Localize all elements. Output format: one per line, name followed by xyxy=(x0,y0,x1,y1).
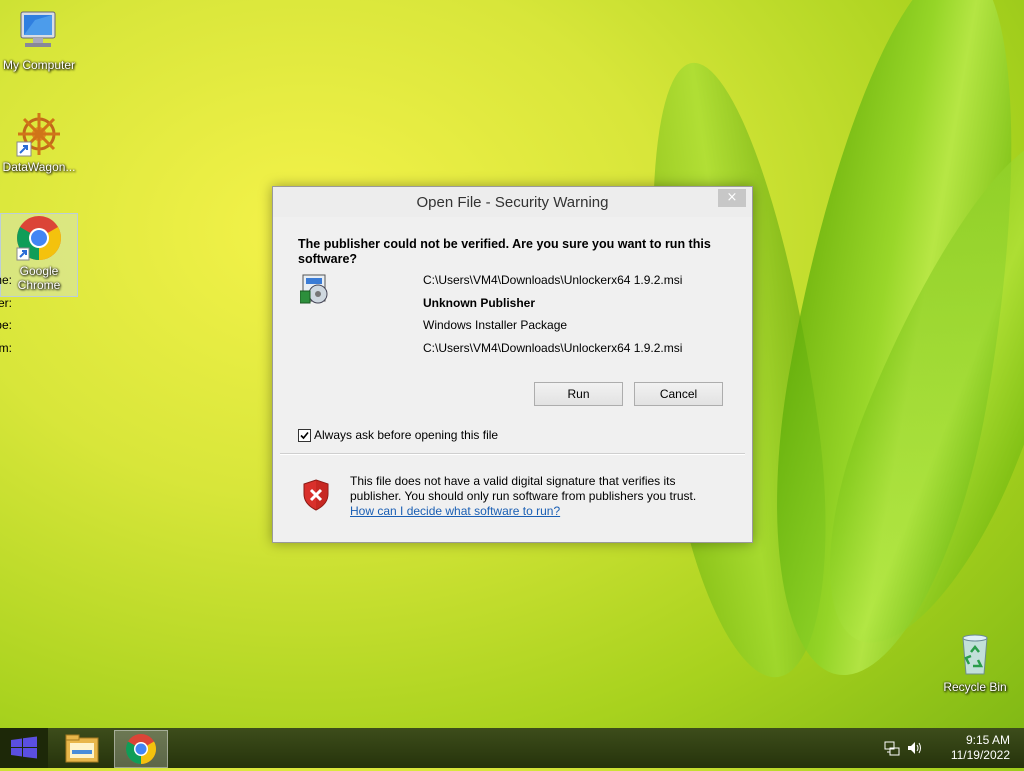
warning-question: The publisher could not be verified. Are… xyxy=(298,237,711,266)
desktop-icon-label: DataWagon... xyxy=(2,160,76,174)
always-ask-checkbox[interactable] xyxy=(298,429,311,442)
desktop-icon-recycle-bin[interactable]: Recycle Bin xyxy=(937,630,1013,694)
folder-icon xyxy=(65,734,99,763)
desktop-icon-datawagon[interactable]: DataWagon... xyxy=(1,110,77,174)
windows-logo-icon xyxy=(11,736,37,759)
separator xyxy=(280,453,745,455)
property-label: Type: xyxy=(0,318,12,332)
desktop-icon-label: Recycle Bin xyxy=(943,680,1007,694)
dialog-body: The publisher could not be verified. Are… xyxy=(0,217,745,535)
computer-icon xyxy=(15,8,63,56)
taskbar-file-explorer[interactable] xyxy=(56,730,108,766)
property-value: C:\Users\VM4\Downloads\Unlockerx64 1.9.2… xyxy=(423,273,683,287)
property-label: From: xyxy=(0,340,12,355)
shield-warning-icon xyxy=(302,479,330,514)
chrome-icon xyxy=(15,214,63,262)
taskbar: 9:15 AM 11/19/2022 xyxy=(0,728,1024,768)
dialog-titlebar[interactable]: Open File - Security Warning × xyxy=(273,187,752,217)
desktop-icon-label: My Computer xyxy=(2,58,76,72)
taskbar-clock[interactable]: 9:15 AM 11/19/2022 xyxy=(951,733,1010,763)
always-ask-checkbox-row[interactable]: Always ask before opening this file xyxy=(298,428,498,442)
property-label: Name: xyxy=(0,273,12,287)
close-icon: × xyxy=(726,190,738,205)
cancel-button[interactable]: Cancel xyxy=(634,382,723,406)
run-button[interactable]: Run xyxy=(534,382,623,406)
checkmark-icon xyxy=(300,431,309,440)
security-warning-dialog: Open File - Security Warning × The publi… xyxy=(0,186,753,543)
installer-package-icon xyxy=(299,273,332,310)
close-button[interactable]: × xyxy=(718,189,746,207)
help-link[interactable]: How can I decide what software to run? xyxy=(350,504,730,519)
property-value: Windows Installer Package xyxy=(423,318,568,332)
property-value: C:\Users\VM4\Downloads\Unlockerx64 1.9.2… xyxy=(423,340,683,355)
desktop-icon-my-computer[interactable]: My Computer xyxy=(1,8,77,72)
clock-time: 9:15 AM xyxy=(965,733,1010,747)
datawagon-icon xyxy=(15,110,63,158)
recycle-bin-icon xyxy=(951,630,999,678)
property-label: Publisher: xyxy=(0,295,12,310)
network-icon[interactable] xyxy=(884,740,900,756)
chrome-icon xyxy=(125,734,157,764)
volume-icon[interactable] xyxy=(906,740,922,756)
checkbox-label: Always ask before opening this file xyxy=(314,428,499,442)
system-tray: 9:15 AM 11/19/2022 xyxy=(884,728,1024,768)
property-value: Unknown Publisher xyxy=(423,295,536,310)
warning-description: This file does not have a valid digital … xyxy=(350,474,730,519)
taskbar-google-chrome[interactable] xyxy=(114,730,168,768)
dialog-title: Open File - Security Warning xyxy=(416,194,609,211)
clock-date: 11/19/2022 xyxy=(950,748,1010,762)
start-button[interactable] xyxy=(0,728,48,768)
desktop-icon-label: Google Chrome xyxy=(17,264,61,292)
warning-text: This file does not have a valid digital … xyxy=(350,474,697,503)
